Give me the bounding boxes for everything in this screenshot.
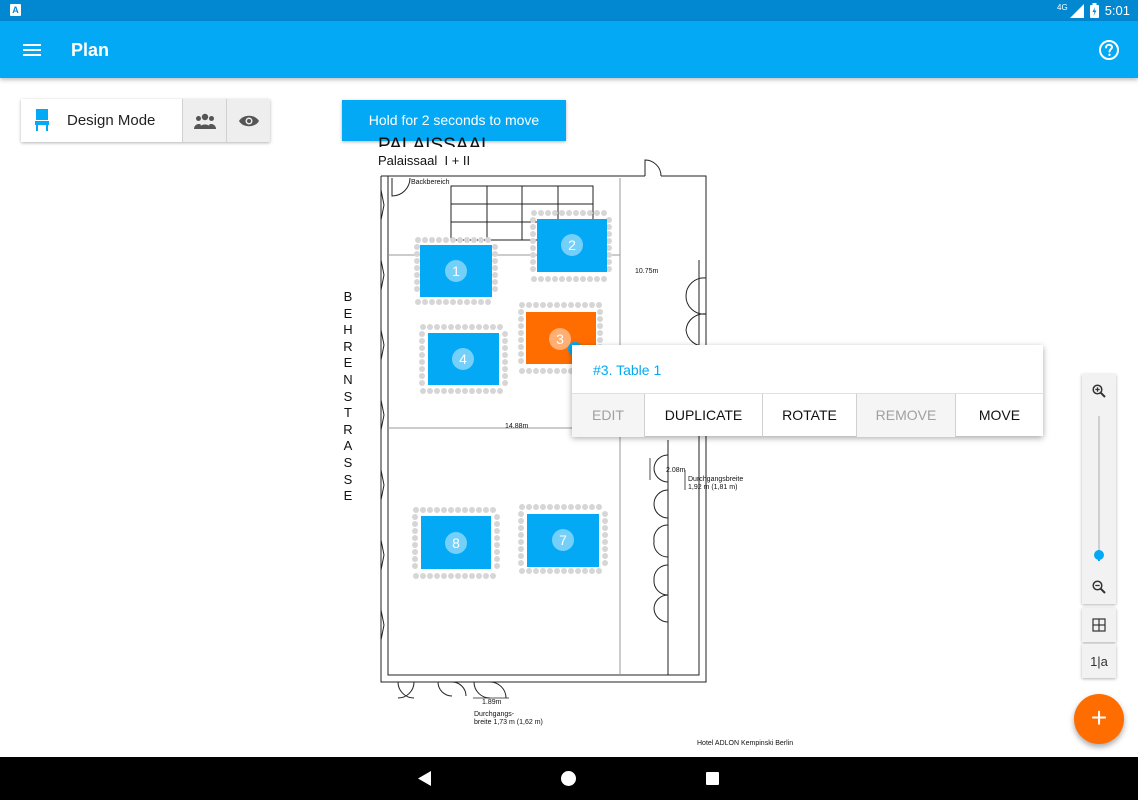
add-table-button[interactable]: + (1074, 694, 1124, 744)
table-4[interactable]: 4 (419, 324, 508, 394)
grid-toggle-button[interactable] (1082, 608, 1116, 642)
remove-button[interactable]: REMOVE (857, 394, 956, 437)
zoom-in-button[interactable] (1082, 374, 1116, 408)
system-nav-bar (0, 757, 1138, 800)
table-number: 4 (452, 348, 474, 370)
dim-bottom-label: 1.89m (482, 699, 502, 706)
move-button[interactable]: MOVE (956, 394, 1043, 437)
hall-title: PALAISSAAL (378, 135, 492, 147)
recents-icon[interactable] (706, 772, 719, 785)
zoom-out-icon (1092, 580, 1106, 594)
backbereich-label: Backbereich (411, 179, 450, 186)
zoom-in-icon (1092, 384, 1106, 398)
duplicate-button[interactable]: DUPLICATE (645, 394, 763, 437)
grid-icon (1092, 618, 1106, 632)
table-8[interactable]: 8 (412, 507, 500, 579)
zoom-panel (1082, 374, 1116, 604)
table-number: 1 (445, 260, 467, 282)
passage-bottom-value: breite 1,73 m (1,62 m) (474, 719, 543, 726)
home-icon[interactable] (561, 771, 576, 786)
zoom-out-button[interactable] (1082, 570, 1116, 604)
label-toggle-button[interactable]: 1|a (1082, 644, 1116, 678)
table-context-menu: #3. Table 1 EDIT DUPLICATE ROTATE REMOVE… (572, 345, 1043, 437)
dim-side-label: 2.08m (666, 467, 686, 474)
table-2[interactable]: 2 (530, 210, 612, 282)
passage-right-value: 1,92 m (1,81 m) (688, 484, 738, 491)
context-menu-title: #3. Table 1 (593, 362, 662, 378)
table-number: 7 (552, 529, 574, 551)
zoom-slider-thumb[interactable] (1094, 550, 1104, 560)
table-7[interactable]: 7 (518, 504, 608, 574)
dim-width-label: 10.75m (635, 268, 659, 275)
edit-button[interactable]: EDIT (572, 394, 645, 437)
hotel-label: Hotel ADLON Kempinski Berlin (697, 740, 794, 747)
table-1[interactable]: 1 (414, 237, 498, 305)
passage-right-label: Durchgangsbreite (688, 476, 744, 483)
passage-bottom-label: Durchgangs- (474, 711, 515, 718)
table-number: 8 (445, 532, 467, 554)
back-icon[interactable] (418, 771, 432, 786)
rotate-button[interactable]: ROTATE (763, 394, 857, 437)
dim-length-label: 14.88m (505, 423, 529, 430)
street-label: B E H R E N S T R A S S E (343, 289, 353, 504)
zoom-slider-track[interactable] (1098, 416, 1100, 561)
table-number: 2 (561, 234, 583, 256)
context-menu-actions: EDIT DUPLICATE ROTATE REMOVE MOVE (572, 393, 1043, 437)
hall-subtitle: Palaissaal I + II (378, 153, 471, 168)
